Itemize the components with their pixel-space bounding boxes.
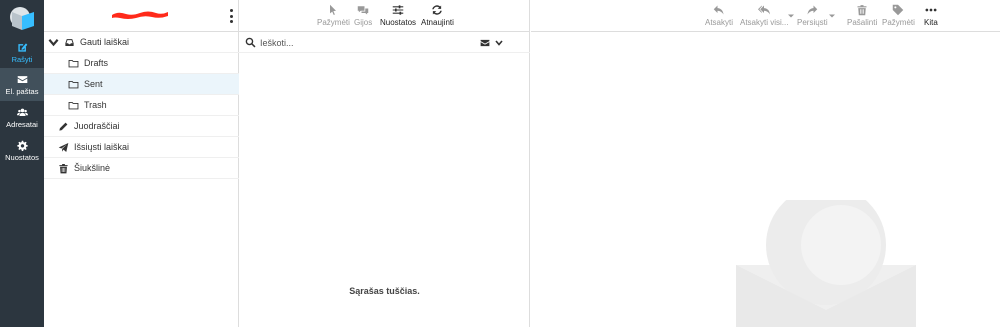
trash-icon xyxy=(59,163,68,173)
forward-label: Persiųsti xyxy=(797,18,828,27)
folder-drafts[interactable]: Drafts xyxy=(44,53,239,74)
reading-pane: Atsakyti Atsakyti visi... Persiųsti Paša… xyxy=(531,0,1000,327)
folder-icon xyxy=(68,80,79,88)
gear-icon xyxy=(16,140,28,151)
reply-all-icon xyxy=(758,5,771,15)
forward-icon xyxy=(807,5,818,15)
webmail-app: Rašyti El. paštas Adresatai Nuostatos Ga… xyxy=(0,0,1000,327)
folder-juodrasciai[interactable]: Juodraščiai xyxy=(44,116,239,137)
message-toolbar: Atsakyti Atsakyti visi... Persiųsti Paša… xyxy=(531,0,1000,32)
forward-dropdown-icon[interactable] xyxy=(829,13,835,19)
mark-label: Pažymėti xyxy=(882,18,915,27)
folder-inbox[interactable]: Gauti laiškai xyxy=(44,32,239,53)
list-options-label: Nuostatos xyxy=(380,18,417,27)
message-list-pane: Pažymėti Gijos Nuostatos Atnaujinti Sąra… xyxy=(239,0,530,327)
rail-contacts-button[interactable]: Adresatai xyxy=(0,101,44,134)
folder-label: Išsiųsti laiškai xyxy=(74,142,130,152)
pointer-icon xyxy=(330,4,337,16)
rail-mail-label: El. paštas xyxy=(5,86,39,96)
rail-contacts-label: Adresatai xyxy=(6,119,38,129)
refresh-label: Atnaujinti xyxy=(421,18,454,27)
folder-label: Juodraščiai xyxy=(74,121,120,131)
sliders-icon xyxy=(392,5,404,15)
folder-label: Trash xyxy=(84,100,107,110)
forward-button[interactable]: Persiųsti xyxy=(797,4,828,27)
folder-icon xyxy=(68,101,79,109)
pencil-icon xyxy=(59,122,68,131)
envelope-watermark-icon xyxy=(736,200,916,327)
reply-button[interactable]: Atsakyti xyxy=(705,4,733,27)
account-menu-button[interactable] xyxy=(228,9,234,23)
folder-siuksline[interactable]: Šiukšlinė xyxy=(44,158,239,179)
search-bar xyxy=(239,33,530,53)
rail-settings-button[interactable]: Nuostatos xyxy=(0,134,44,167)
list-toolbar: Pažymėti Gijos Nuostatos Atnaujinti xyxy=(239,0,529,32)
envelope-icon xyxy=(17,75,27,83)
folder-label: Sent xyxy=(84,79,103,89)
folder-icon xyxy=(68,59,79,67)
search-input[interactable] xyxy=(260,37,480,48)
list-options-button[interactable]: Nuostatos xyxy=(380,4,416,27)
rail-compose-label: Rašyti xyxy=(11,54,33,64)
select-label: Pažymėti xyxy=(317,18,350,27)
chevron-down-icon[interactable] xyxy=(48,37,59,48)
left-rail: Rašyti El. paštas Adresatai Nuostatos xyxy=(0,0,44,327)
threads-button[interactable]: Gijos xyxy=(354,4,372,27)
mark-button[interactable]: Pažymėti xyxy=(882,4,915,27)
ellipsis-icon xyxy=(925,8,937,12)
trash-icon xyxy=(857,5,867,16)
select-button[interactable]: Pažymėti xyxy=(317,4,350,27)
delete-label: Pašalinti xyxy=(847,18,878,27)
threads-label: Gijos xyxy=(354,18,373,27)
more-button[interactable]: Kita xyxy=(924,4,938,27)
folder-trash[interactable]: Trash xyxy=(44,95,239,116)
folder-label: Drafts xyxy=(84,58,109,68)
folder-pane: Gauti laiškai Drafts Sent Trash Juodrašč… xyxy=(44,0,239,327)
tag-icon xyxy=(893,4,904,16)
logo-icon xyxy=(10,7,34,30)
account-bar xyxy=(44,0,238,32)
reply-icon xyxy=(713,5,724,15)
folder-issiusti[interactable]: Išsiųsti laiškai xyxy=(44,137,239,158)
folder-label: Šiukšlinė xyxy=(74,163,111,173)
rail-compose-button[interactable]: Rašyti xyxy=(0,36,44,69)
folder-sent[interactable]: Sent xyxy=(44,74,239,95)
inbox-icon xyxy=(65,38,74,46)
empty-list-message: Sąrašas tuščias. xyxy=(349,286,420,296)
search-icon[interactable] xyxy=(245,37,256,48)
paper-plane-icon xyxy=(58,142,69,152)
reply-label: Atsakyti xyxy=(705,18,734,27)
comments-icon xyxy=(357,6,369,15)
refresh-icon xyxy=(432,5,443,15)
refresh-button[interactable]: Atnaujinti xyxy=(421,4,454,27)
folder-label: Gauti laiškai xyxy=(80,37,130,47)
rail-settings-label: Nuostatos xyxy=(5,152,39,162)
redacted-account-name xyxy=(112,11,168,19)
reply-all-button[interactable]: Atsakyti visi... xyxy=(740,4,788,27)
compose-icon xyxy=(17,42,27,52)
contacts-icon xyxy=(16,108,28,116)
reply-all-label: Atsakyti visi... xyxy=(740,18,789,27)
envelope-icon[interactable] xyxy=(480,38,490,48)
delete-button[interactable]: Pašalinti xyxy=(847,4,877,27)
rail-mail-button[interactable]: El. paštas xyxy=(0,68,44,101)
reply-all-dropdown-icon[interactable] xyxy=(788,13,794,19)
more-label: Kita xyxy=(924,18,938,27)
chevron-down-icon[interactable] xyxy=(495,39,503,47)
